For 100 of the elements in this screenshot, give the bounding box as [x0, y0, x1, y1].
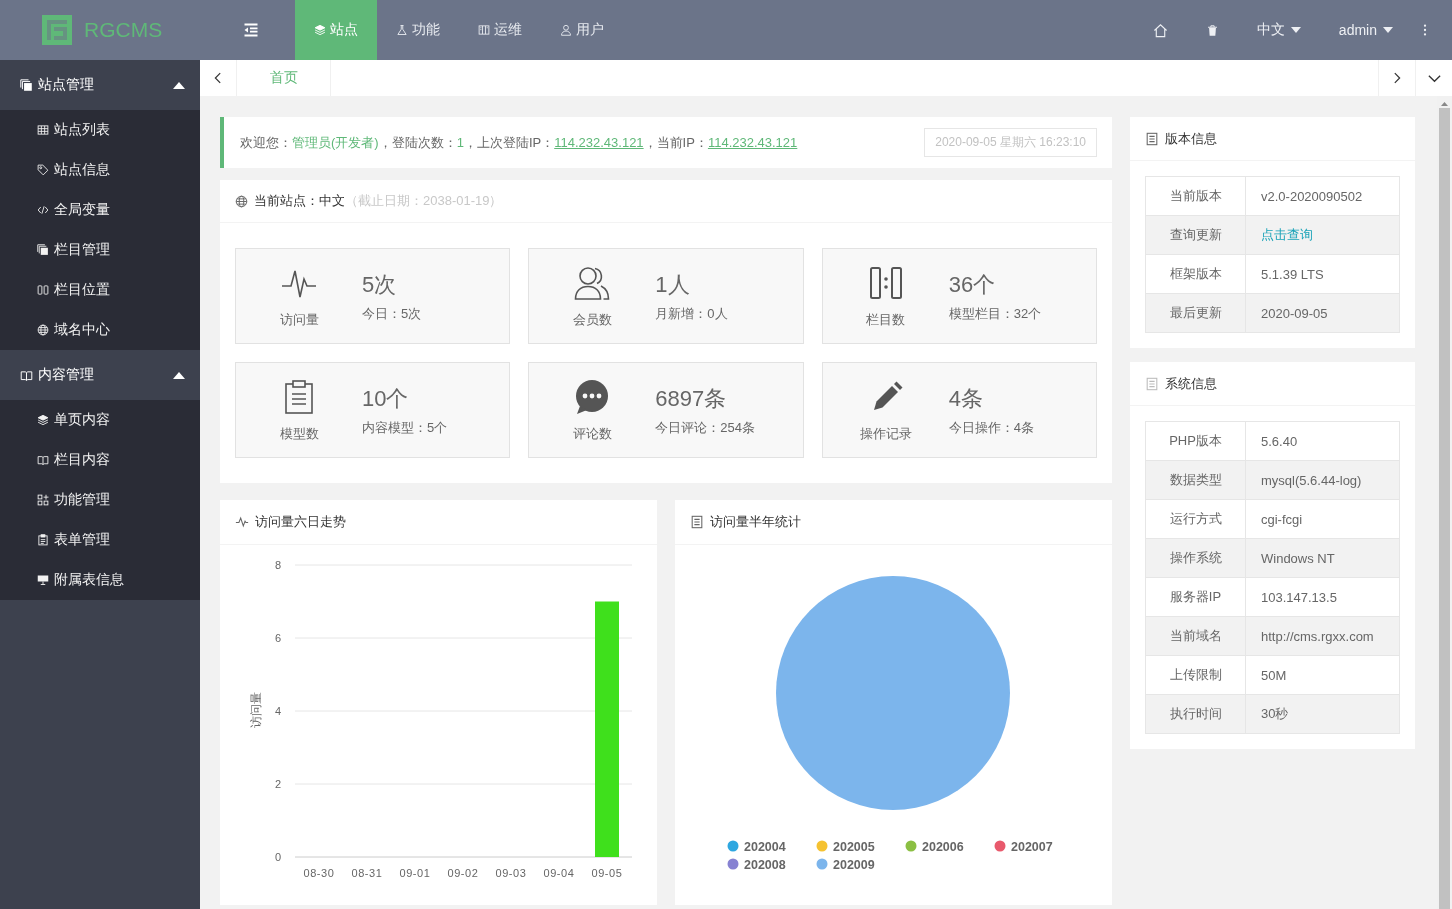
cards-icon	[37, 244, 49, 256]
stat-detail: 今日：5次	[362, 305, 422, 323]
info-value: 2020-09-05	[1245, 293, 1400, 333]
x-tick-label: 09-01	[399, 867, 431, 879]
info-value: 5.6.40	[1245, 421, 1400, 461]
stat-value: 4条	[948, 385, 984, 413]
y-tick-label: 0	[274, 851, 281, 863]
info-value: http://cms.rgxx.com	[1245, 616, 1400, 656]
info-label: 执行时间	[1145, 694, 1246, 734]
layers-icon	[37, 414, 49, 426]
info-value: 5.1.39 LTS	[1245, 254, 1400, 294]
legend-label[interactable]: 202009	[833, 857, 875, 872]
caret-icon	[1290, 27, 1301, 33]
stat-detail: 今日评论：254条	[655, 419, 756, 437]
info-value: 30秒	[1245, 694, 1400, 734]
stat-value: 10个	[362, 385, 410, 413]
stat-detail: 模型栏目：32个	[948, 305, 1042, 323]
y-tick-label: 6	[274, 632, 281, 644]
x-tick-label: 09-04	[543, 867, 575, 879]
sidebar-item[interactable]: 全局变量	[0, 190, 200, 230]
sidebar-item[interactable]: 栏目位置	[0, 270, 200, 310]
stat-value: 6897条	[655, 385, 728, 413]
info-label: 服务器IP	[1145, 577, 1246, 617]
monitor-icon	[37, 574, 49, 586]
legend-label[interactable]: 202008	[744, 857, 786, 872]
sidebar-item[interactable]: 附属表信息	[0, 560, 200, 600]
nav-tab[interactable]: 运维	[459, 0, 541, 60]
axis-title: 访问量	[249, 692, 263, 728]
nav-tab[interactable]: 功能	[377, 0, 459, 60]
info-label: 框架版本	[1145, 254, 1246, 294]
sidebar-item[interactable]: 栏目管理	[0, 230, 200, 270]
scrollbar-thumb[interactable]	[1439, 108, 1450, 909]
y-tick-label: 8	[274, 559, 281, 571]
grid-icon	[37, 124, 49, 136]
globe-icon	[37, 324, 49, 336]
x-tick-label: 08-31	[351, 867, 383, 879]
globe-icon	[235, 194, 248, 208]
sidebar-item[interactable]: 功能管理	[0, 480, 200, 520]
info-label: 查询更新	[1145, 215, 1246, 255]
stat-detail: 月新增：0人	[655, 305, 728, 323]
panel-icon	[478, 24, 490, 36]
x-tick-label: 09-03	[495, 867, 527, 879]
document-icon	[690, 515, 704, 529]
legend-label[interactable]: 202005	[833, 839, 875, 854]
stat-label: 评论数	[572, 425, 612, 443]
sidebar-item[interactable]: 表单管理	[0, 520, 200, 560]
nav-tab[interactable]: 用户	[541, 0, 623, 60]
info-value: mysql(5.6.44-log)	[1245, 460, 1400, 500]
clipboard-icon	[37, 534, 49, 546]
info-value: Windows NT	[1245, 538, 1400, 578]
info-label: 当前域名	[1145, 616, 1246, 656]
info-value: 50M	[1245, 655, 1400, 695]
info-value: v2.0-2020090502	[1245, 176, 1400, 216]
stat-value: 1人	[655, 271, 691, 299]
y-tick-label: 4	[274, 705, 281, 717]
y-tick-label: 2	[274, 778, 281, 790]
cards-icon	[20, 78, 33, 92]
x-tick-label: 09-02	[447, 867, 479, 879]
user-icon	[560, 24, 572, 36]
info-value: cgi-fcgi	[1245, 499, 1400, 539]
apps-icon	[37, 494, 49, 506]
logo-text: RGCMS	[84, 18, 163, 42]
stat-value: 36个	[948, 271, 997, 299]
document-icon	[1145, 131, 1159, 146]
stat-detail: 内容模型：5个	[362, 419, 448, 437]
sidebar-item[interactable]: 站点列表	[0, 110, 200, 150]
chat-icon	[574, 379, 611, 415]
x-tick-label: 09-05	[591, 867, 623, 879]
legend-label[interactable]: 202007	[1011, 839, 1053, 854]
book-icon	[37, 454, 49, 466]
tag-icon	[37, 164, 49, 176]
language-dropdown[interactable]: 中文	[1237, 0, 1320, 60]
book-icon	[20, 368, 33, 382]
sidebar-item[interactable]: 栏目内容	[0, 440, 200, 480]
layers-icon	[314, 24, 326, 36]
info-label: PHP版本	[1145, 421, 1246, 461]
sidebar-item[interactable]: 站点信息	[0, 150, 200, 190]
info-label: 当前版本	[1145, 176, 1246, 216]
info-label: 运行方式	[1145, 499, 1246, 539]
card-title: 系统信息	[1165, 374, 1217, 393]
scroll-up-icon	[1441, 102, 1448, 106]
x-tick-label: 08-30	[303, 867, 335, 879]
info-label: 上传限制	[1145, 655, 1246, 695]
home-icon	[1152, 22, 1168, 38]
legend-label[interactable]: 202006	[922, 839, 964, 854]
stat-label: 访问量	[279, 311, 319, 329]
columns-icon	[867, 265, 904, 301]
stat-label: 操作记录	[859, 425, 912, 443]
document-icon	[1145, 376, 1159, 391]
legend-label[interactable]: 202004	[744, 839, 786, 854]
logo-icon	[42, 15, 72, 45]
user-dropdown[interactable]: admin	[1319, 0, 1412, 60]
sidebar-item[interactable]: 单页内容	[0, 400, 200, 440]
sidebar-item[interactable]: 域名中心	[0, 310, 200, 350]
info-label: 最后更新	[1145, 293, 1246, 333]
caret-icon	[1383, 27, 1393, 33]
info-value: 103.147.13.5	[1245, 577, 1400, 617]
users-icon	[574, 265, 611, 301]
info-label: 操作系统	[1145, 538, 1246, 578]
flask-icon	[396, 24, 408, 36]
